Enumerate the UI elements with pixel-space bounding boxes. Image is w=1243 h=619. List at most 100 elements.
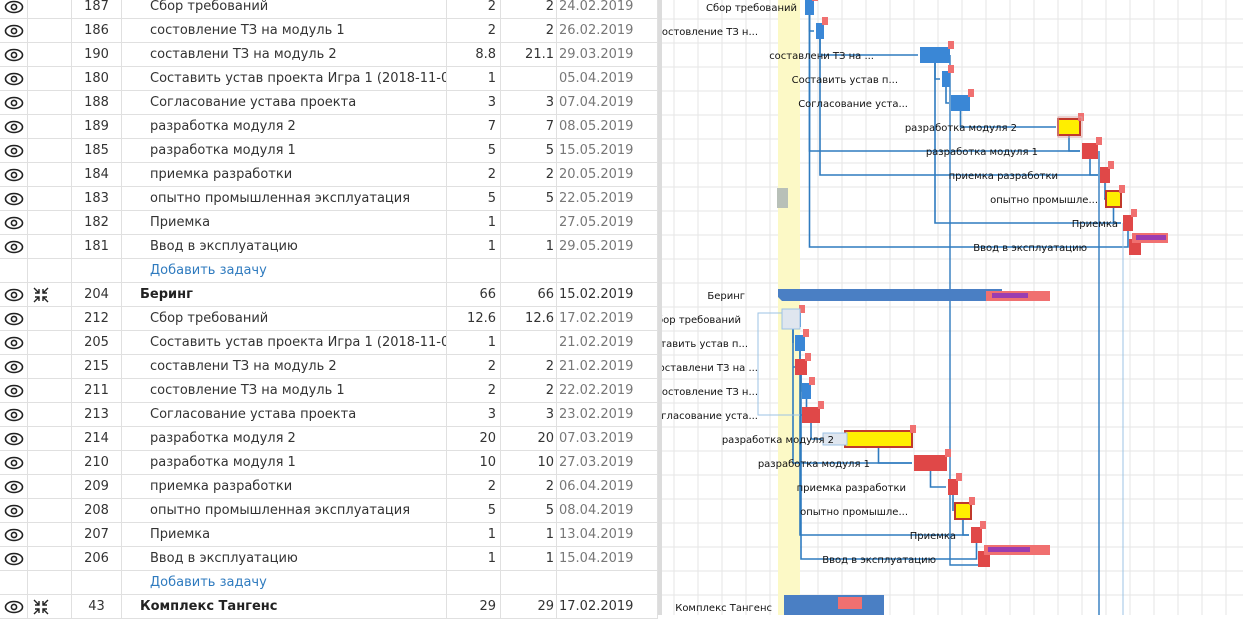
table-row[interactable]: 184 приемка разработки 2 2 20.05.2019	[0, 163, 658, 187]
task-duration: 1	[447, 331, 501, 354]
gantt-bar-marker	[803, 329, 809, 337]
task-work: 21.1	[501, 43, 557, 66]
collapse-icon[interactable]	[31, 598, 51, 618]
task-duration	[447, 259, 501, 282]
table-row[interactable]: 213 Согласование устава проекта 3 3 23.02.20…	[0, 403, 658, 427]
gantt-bar	[1123, 215, 1133, 231]
gantt-bar-label: Составить устав п...	[662, 339, 748, 350]
dependency-link	[975, 541, 978, 560]
table-row[interactable]: 210 разработка модуля 1 10 10 27.03.2019	[0, 451, 658, 475]
eye-icon[interactable]	[4, 47, 24, 66]
task-name: разработка модуля 2	[122, 115, 447, 138]
eye-icon[interactable]	[4, 431, 24, 450]
task-id: 211	[72, 379, 122, 402]
table-row[interactable]: 189 разработка модуля 2 7 7 08.05.2019	[0, 115, 658, 139]
task-work: 2	[501, 19, 557, 42]
gantt-bar	[795, 359, 807, 375]
eye-icon[interactable]	[4, 335, 24, 354]
eye-icon[interactable]	[4, 167, 24, 186]
summary-progress	[988, 547, 1030, 552]
table-row[interactable]: 214 разработка модуля 2 20 20 07.03.2019	[0, 427, 658, 451]
collapse-cell	[28, 43, 72, 66]
collapse-cell	[28, 499, 72, 522]
gantt-bar-marker	[818, 401, 824, 409]
task-date: 22.02.2019	[557, 379, 658, 402]
eye-icon[interactable]	[4, 359, 24, 378]
summary-progress	[992, 293, 1028, 298]
eye-icon[interactable]	[4, 119, 24, 138]
baseline-bar	[781, 308, 801, 330]
add-task-link[interactable]: Добавить задачу	[122, 259, 447, 282]
task-name: Сбор требований	[122, 307, 447, 330]
eye-icon[interactable]	[4, 71, 24, 90]
task-work: 1	[501, 235, 557, 258]
table-row[interactable]: 185 разработка модуля 1 5 5 15.05.2019	[0, 139, 658, 163]
collapse-icon[interactable]	[31, 286, 51, 306]
gantt-bar-label: Согласование уста...	[798, 99, 908, 110]
task-date: 26.02.2019	[557, 19, 658, 42]
table-row[interactable]: 182 Приемка 1 27.05.2019	[0, 211, 658, 235]
eye-icon[interactable]	[4, 527, 24, 546]
table-row[interactable]: 180 Составить устав проекта Игра 1 (2018-…	[0, 67, 658, 91]
task-name: Согласование устава проекта	[122, 403, 447, 426]
visibility-cell	[0, 91, 28, 114]
table-row[interactable]: 205 Составить устав проекта Игра 1 (2018-…	[0, 331, 658, 355]
table-row[interactable]: 208 опытно промышленная эксплуатация 5 5 08.…	[0, 499, 658, 523]
task-work	[501, 571, 557, 594]
eye-icon[interactable]	[4, 23, 24, 42]
table-row[interactable]: 204 Беринг 66 66 15.02.2019	[0, 283, 658, 307]
eye-icon[interactable]	[4, 311, 24, 330]
task-date: 21.02.2019	[557, 355, 658, 378]
task-name: разработка модуля 1	[122, 451, 447, 474]
gantt-bar-label: Согласование уста...	[662, 411, 758, 422]
table-row[interactable]: 188 Согласование устава проекта 3 3 07.04.20…	[0, 91, 658, 115]
eye-icon[interactable]	[4, 383, 24, 402]
table-row[interactable]: 212 Сбор требований 12.6 12.6 17.02.2019	[0, 307, 658, 331]
add-task-link[interactable]: Добавить задачу	[122, 571, 447, 594]
gantt-bar-label: разработка модуля 2	[722, 435, 834, 446]
visibility-cell	[0, 379, 28, 402]
table-row[interactable]: 207 Приемка 1 1 13.04.2019	[0, 523, 658, 547]
task-duration: 20	[447, 427, 501, 450]
eye-icon[interactable]	[4, 95, 24, 114]
collapse-cell	[28, 139, 72, 162]
task-date: 29.05.2019	[557, 235, 658, 258]
table-row[interactable]: 211 состовление ТЗ на модуль 1 2 2 22.02.201…	[0, 379, 658, 403]
eye-icon[interactable]	[4, 215, 24, 234]
eye-icon[interactable]	[4, 239, 24, 258]
visibility-cell	[0, 139, 28, 162]
gantt-bar-label: составлени ТЗ на ...	[769, 51, 874, 62]
gantt-bar	[948, 479, 958, 495]
eye-icon[interactable]	[4, 599, 24, 618]
eye-icon[interactable]	[4, 503, 24, 522]
visibility-cell	[0, 475, 28, 498]
eye-icon[interactable]	[4, 0, 24, 18]
add-task-row: Добавить задачу	[0, 571, 658, 595]
table-row[interactable]: 206 Ввод в эксплуатацию 1 1 15.04.2019	[0, 547, 658, 571]
table-row[interactable]: 183 опытно промышленная эксплуатация 5 5 22.…	[0, 187, 658, 211]
gantt-bar	[914, 455, 947, 471]
eye-icon[interactable]	[4, 551, 24, 570]
collapse-cell	[28, 19, 72, 42]
gantt-bar	[795, 335, 805, 351]
table-row[interactable]: 187 Сбор требований 2 2 24.02.2019	[0, 0, 658, 19]
eye-icon[interactable]	[4, 287, 24, 306]
gantt-canvas: Сбор требований состовление ТЗ н... состав…	[642, 0, 1243, 615]
eye-icon[interactable]	[4, 191, 24, 210]
collapse-cell	[28, 571, 72, 594]
gantt-bar	[1105, 190, 1122, 208]
task-duration: 8.8	[447, 43, 501, 66]
table-row[interactable]: 186 состовление ТЗ на модуль 1 2 2 26.02.201…	[0, 19, 658, 43]
eye-icon[interactable]	[4, 407, 24, 426]
eye-icon[interactable]	[4, 143, 24, 162]
eye-icon[interactable]	[4, 455, 24, 474]
table-row[interactable]: 43 Комплекс Тангенс 29 29 17.02.2019	[0, 595, 658, 619]
task-work	[501, 259, 557, 282]
table-row[interactable]: 181 Ввод в эксплуатацию 1 1 29.05.2019	[0, 235, 658, 259]
collapse-cell	[28, 547, 72, 570]
collapse-cell	[28, 307, 72, 330]
table-row[interactable]: 209 приемка разработки 2 2 06.04.2019	[0, 475, 658, 499]
table-row[interactable]: 190 составлени ТЗ на модуль 2 8.8 21.1 29.03…	[0, 43, 658, 67]
eye-icon[interactable]	[4, 479, 24, 498]
table-row[interactable]: 215 составлени ТЗ на модуль 2 2 2 21.02.2019	[0, 355, 658, 379]
